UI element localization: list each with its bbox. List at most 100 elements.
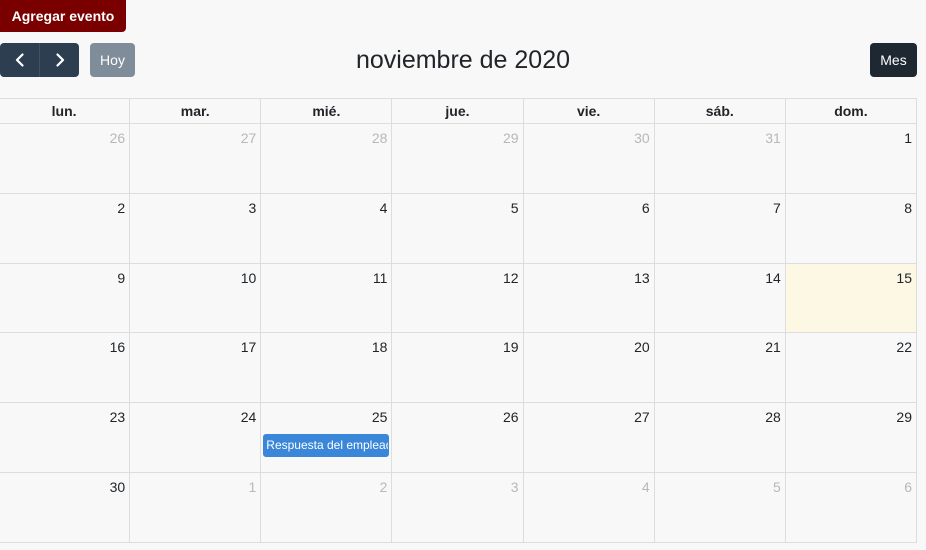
day-cell[interactable]: 29	[391, 123, 524, 194]
day-number[interactable]: 31	[655, 124, 785, 146]
day-cell[interactable]: 1	[784, 123, 918, 194]
day-cell[interactable]: 4	[522, 471, 655, 543]
day-cell[interactable]: 3	[391, 471, 524, 543]
week-row: 2345678	[0, 192, 918, 264]
day-number[interactable]: 15	[786, 264, 916, 286]
calendar-weeks: 26 27 28 29 30 31 1 2 3 4 5 6 7 8 9 10 11 12 13 14 15 16 17 18 1…	[0, 123, 918, 543]
day-number[interactable]: 16	[0, 333, 129, 355]
day-cell[interactable]: 16	[0, 332, 131, 404]
day-cell[interactable]: 5	[391, 192, 524, 264]
day-cell[interactable]: 30	[0, 471, 131, 543]
day-cell[interactable]: 31	[653, 123, 786, 194]
day-cell[interactable]: 9	[0, 262, 131, 334]
month-view-button[interactable]: Mes	[870, 43, 917, 77]
calendar-grid: lun. mar. mié. jue. vie. sáb. dom. 26 27 2…	[0, 98, 918, 543]
day-cell[interactable]: 29	[784, 402, 918, 473]
day-number[interactable]: 3	[392, 473, 522, 495]
day-cell[interactable]: 5	[653, 471, 786, 543]
calendar-event[interactable]: Respuesta del empleado	[263, 434, 390, 458]
day-cell[interactable]: 26	[391, 402, 524, 473]
weekday-header: jue.	[391, 98, 524, 124]
day-number[interactable]: 6	[786, 473, 916, 495]
day-number[interactable]: 17	[130, 333, 260, 355]
week-row: 9 10 11 12 13 14 15	[0, 262, 918, 334]
add-event-button[interactable]: Agregar evento	[0, 0, 126, 32]
day-number[interactable]: 26	[392, 403, 522, 425]
day-number[interactable]: 13	[524, 264, 654, 286]
day-cell[interactable]: 4	[260, 192, 393, 264]
day-number[interactable]: 14	[655, 264, 785, 286]
day-cell[interactable]: 13	[522, 262, 655, 334]
day-cell[interactable]: 14	[653, 262, 786, 334]
day-number[interactable]: 1	[130, 473, 260, 495]
day-cell[interactable]: 27	[129, 123, 262, 194]
day-number[interactable]: 5	[655, 473, 785, 495]
day-cell[interactable]: 28	[653, 402, 786, 473]
day-cell[interactable]: 15	[784, 262, 918, 334]
weekday-header: dom.	[784, 98, 918, 124]
day-number[interactable]: 30	[524, 124, 654, 146]
day-cell[interactable]: 2	[0, 192, 131, 264]
day-number[interactable]: 20	[524, 333, 654, 355]
day-number[interactable]: 2	[261, 473, 391, 495]
day-number[interactable]: 22	[786, 333, 916, 355]
day-number[interactable]: 29	[392, 124, 522, 146]
day-cell[interactable]: 27	[522, 402, 655, 473]
day-cell[interactable]: 3	[129, 192, 262, 264]
calendar-title: noviembre de 2020	[355, 46, 571, 74]
day-cell[interactable]: 10	[129, 262, 262, 334]
day-number[interactable]: 18	[261, 333, 391, 355]
day-number[interactable]: 2	[0, 194, 129, 216]
day-cell[interactable]: 1	[129, 471, 262, 543]
day-number[interactable]: 28	[655, 403, 785, 425]
day-number[interactable]: 4	[524, 473, 654, 495]
day-number[interactable]: 10	[130, 264, 260, 286]
day-cell[interactable]: 12	[391, 262, 524, 334]
day-cell[interactable]: 24	[129, 402, 262, 473]
day-cell[interactable]: 20	[522, 332, 655, 404]
day-number[interactable]: 6	[524, 194, 654, 216]
day-number[interactable]: 23	[0, 403, 129, 425]
day-cell[interactable]: 6	[784, 471, 918, 543]
weekday-header: mié.	[260, 98, 393, 124]
day-number[interactable]: 1	[786, 124, 916, 146]
day-number[interactable]: 12	[392, 264, 522, 286]
day-number[interactable]: 25	[261, 403, 391, 425]
day-cell[interactable]: 21	[653, 332, 786, 404]
day-number[interactable]: 9	[0, 264, 129, 286]
day-cell[interactable]: 25 Respuesta del empleado	[260, 402, 393, 473]
day-cell[interactable]: 8	[784, 192, 918, 264]
day-number[interactable]: 8	[786, 194, 916, 216]
day-cell[interactable]: 30	[522, 123, 655, 194]
day-cell[interactable]: 7	[653, 192, 786, 264]
day-cell[interactable]: 23	[0, 402, 131, 473]
day-cell[interactable]: 22	[784, 332, 918, 404]
week-row: 30 1 2 3 4 5 6	[0, 471, 918, 543]
day-number[interactable]: 29	[786, 403, 916, 425]
day-cell[interactable]: 19	[391, 332, 524, 404]
weekday-header: lun.	[0, 98, 131, 124]
day-number[interactable]: 26	[0, 124, 129, 146]
day-cell[interactable]: 28	[260, 123, 393, 194]
week-row: 26 27 28 29 30 31 1	[0, 123, 918, 194]
day-number[interactable]: 27	[524, 403, 654, 425]
day-cell[interactable]: 11	[260, 262, 393, 334]
weekday-header: vie.	[522, 98, 655, 124]
weekday-header-row: lun. mar. mié. jue. vie. sáb. dom.	[0, 98, 918, 124]
day-number[interactable]: 11	[261, 264, 391, 286]
day-number[interactable]: 30	[0, 473, 129, 495]
day-cell[interactable]: 18	[260, 332, 393, 404]
day-number[interactable]: 19	[392, 333, 522, 355]
day-cell[interactable]: 26	[0, 123, 131, 194]
day-number[interactable]: 27	[130, 124, 260, 146]
day-number[interactable]: 5	[392, 194, 522, 216]
day-number[interactable]: 4	[261, 194, 391, 216]
day-number[interactable]: 21	[655, 333, 785, 355]
day-cell[interactable]: 6	[522, 192, 655, 264]
day-number[interactable]: 24	[130, 403, 260, 425]
day-cell[interactable]: 2	[260, 471, 393, 543]
day-number[interactable]: 28	[261, 124, 391, 146]
day-number[interactable]: 3	[130, 194, 260, 216]
day-number[interactable]: 7	[655, 194, 785, 216]
day-cell[interactable]: 17	[129, 332, 262, 404]
